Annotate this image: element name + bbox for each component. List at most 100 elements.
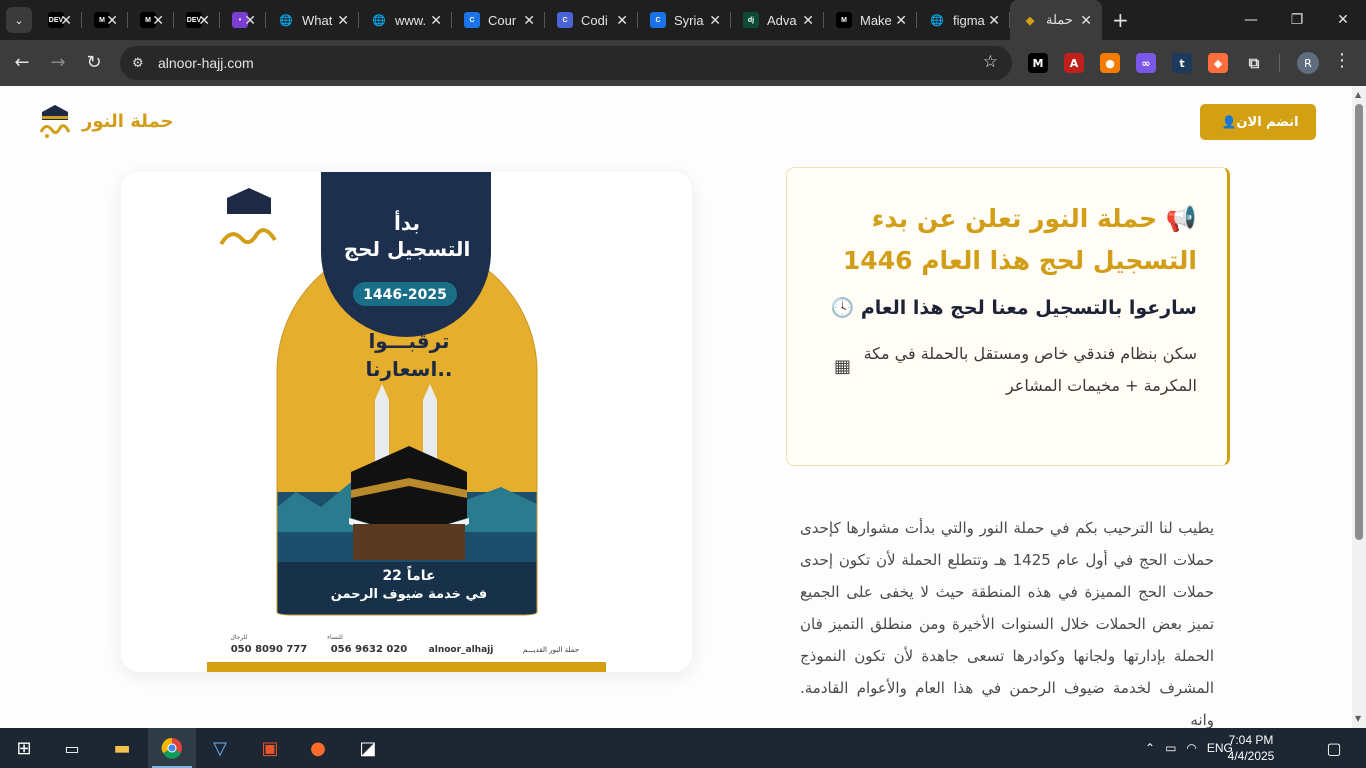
browser-toolbar: ← → ↻ ⚙ alnoor-hajj.com ☆ M A ● ∞ t ◆ ⧉ R ⋮ bbox=[0, 40, 1366, 86]
browser-tab[interactable]: dj Adva ✕ bbox=[731, 0, 824, 40]
address-bar[interactable]: ⚙ alnoor-hajj.com ☆ bbox=[120, 46, 1012, 80]
tab-title: Cour bbox=[488, 12, 517, 28]
browser-tab[interactable]: DEV ✕ bbox=[36, 0, 82, 40]
tab-favicon-icon: dj bbox=[743, 12, 759, 28]
tab-favicon-icon: C bbox=[650, 12, 666, 28]
tab-close-icon[interactable]: ✕ bbox=[198, 12, 210, 29]
tab-title: حملة bbox=[1046, 12, 1073, 27]
browser-tab[interactable]: 🌐 What ✕ bbox=[266, 0, 359, 40]
file-explorer-icon[interactable]: ▬ bbox=[98, 728, 146, 768]
web-page: حملة النور انضم الان 👤 بدأ التسجيل لحج 1… bbox=[0, 86, 1366, 728]
chrome-icon bbox=[161, 737, 182, 759]
tab-close-icon[interactable]: ✕ bbox=[152, 12, 164, 29]
url-text[interactable]: alnoor-hajj.com bbox=[158, 55, 254, 71]
browser-tab[interactable]: M ✕ bbox=[128, 0, 174, 40]
tab-close-icon[interactable]: ✕ bbox=[988, 12, 1000, 29]
browser-tab[interactable]: C Cour ✕ bbox=[452, 0, 545, 40]
close-window-button[interactable]: ✕ bbox=[1320, 0, 1366, 40]
taskbar-clock[interactable]: 7:04 PM 4/4/2025 bbox=[1222, 732, 1280, 764]
bookmark-star-icon[interactable]: ☆ bbox=[983, 52, 998, 72]
tab-strip: ⌄ DEV ✕ M ✕ M ✕ DEV ✕ • ✕ 🌐 What ✕ 🌐 www. ✕ C Cour ✕ C Codi ✕… bbox=[0, 0, 1366, 40]
system-tray: ⌃ ▭ ◠ ENG bbox=[1145, 728, 1233, 768]
back-button[interactable]: ← bbox=[10, 52, 34, 73]
browser-tab[interactable]: M Make ✕ bbox=[824, 0, 917, 40]
scroll-up-arrow-icon[interactable]: ▲ bbox=[1355, 90, 1361, 99]
chrome-taskbar-icon[interactable] bbox=[148, 728, 196, 768]
tab-close-icon[interactable]: ✕ bbox=[337, 12, 349, 29]
clock-icon: 🕓 bbox=[830, 297, 855, 319]
building-icon: ▦ bbox=[833, 356, 851, 377]
task-view-icon[interactable]: ▭ bbox=[48, 728, 96, 768]
tab-title: Adva bbox=[767, 12, 797, 28]
poster-teaser-line2: اسعارنا.. bbox=[365, 357, 452, 381]
extension-icon[interactable]: ∞ bbox=[1136, 53, 1156, 73]
tab-close-icon[interactable]: ✕ bbox=[106, 12, 118, 29]
windows-taskbar: ⊞ ▭ ▬ ▽ ▣ ● ◪ ⌃ ▭ ◠ ENG 7:04 PM 4/4/2025… bbox=[0, 728, 1366, 768]
page-scrollbar[interactable]: ▲ ▼ bbox=[1352, 86, 1366, 728]
notifications-icon[interactable]: ▢ bbox=[1310, 728, 1358, 768]
tab-search-button[interactable]: ⌄ bbox=[6, 7, 32, 33]
browser-tab[interactable]: C Codi ✕ bbox=[545, 0, 638, 40]
tab-close-icon[interactable]: ✕ bbox=[430, 12, 442, 29]
tab-close-icon[interactable]: ✕ bbox=[709, 12, 721, 29]
poster-snapchat: حملة النور القديـــم bbox=[523, 646, 579, 654]
postman-icon[interactable]: ● bbox=[294, 728, 342, 768]
poster-service-text: في خدمة ضيوف الرحمن bbox=[331, 587, 487, 602]
tab-close-icon[interactable]: ✕ bbox=[802, 12, 814, 29]
scroll-thumb[interactable] bbox=[1355, 104, 1363, 540]
tab-close-icon[interactable]: ✕ bbox=[244, 12, 256, 29]
browser-tab[interactable]: DEV ✕ bbox=[174, 0, 220, 40]
browser-tab[interactable]: C Syria ✕ bbox=[638, 0, 731, 40]
forward-button[interactable]: → bbox=[46, 52, 70, 73]
new-tab-button[interactable]: + bbox=[1112, 8, 1132, 32]
toolbar-divider bbox=[1279, 54, 1280, 72]
poster-instagram: alnoor_alhajj bbox=[429, 645, 494, 655]
extension-icon[interactable]: M bbox=[1028, 53, 1048, 73]
tab-close-icon[interactable]: ✕ bbox=[60, 12, 72, 29]
browser-tab[interactable]: ◆ حملة ✕ bbox=[1010, 0, 1102, 40]
poster-men-label: للرجال bbox=[230, 634, 247, 641]
tab-title: Syria bbox=[674, 12, 704, 28]
office-app-icon[interactable]: ▣ bbox=[246, 728, 294, 768]
extensions-puzzle-icon[interactable]: ⧉ bbox=[1244, 53, 1264, 73]
browser-tab[interactable]: • ✕ bbox=[220, 0, 266, 40]
wifi-icon[interactable]: ◠ bbox=[1186, 741, 1196, 755]
battery-icon[interactable]: ▭ bbox=[1165, 741, 1176, 755]
minaret-right-icon bbox=[423, 400, 437, 462]
start-windows-icon[interactable]: ⊞ bbox=[0, 728, 48, 768]
announcement-feature: سكن بنظام فندقي خاص ومستقل بالحملة في مك… bbox=[817, 338, 1197, 402]
tab-favicon-icon: M bbox=[836, 12, 852, 28]
site-info-icon[interactable]: ⚙ bbox=[132, 56, 148, 71]
tab-close-icon[interactable]: ✕ bbox=[1080, 12, 1092, 29]
reload-button[interactable]: ↻ bbox=[82, 52, 106, 73]
extension-icon[interactable]: A bbox=[1064, 53, 1084, 73]
profile-avatar[interactable]: R bbox=[1297, 52, 1319, 74]
browser-menu-icon[interactable]: ⋮ bbox=[1333, 50, 1351, 71]
announcement-feature-text: سكن بنظام فندقي خاص ومستقل بالحملة في مك… bbox=[863, 344, 1197, 395]
tab-title: figma bbox=[953, 12, 985, 28]
vpn-app-icon[interactable]: ▽ bbox=[196, 728, 244, 768]
tab-close-icon[interactable]: ✕ bbox=[616, 12, 628, 29]
browser-tab[interactable]: 🌐 figma ✕ bbox=[917, 0, 1010, 40]
extension-icon[interactable]: ● bbox=[1100, 53, 1120, 73]
tab-favicon-icon: 🌐 bbox=[279, 14, 293, 27]
poster-header-line2: التسجيل لحج bbox=[344, 237, 471, 261]
extension-icon[interactable]: ◆ bbox=[1208, 53, 1228, 73]
clock-time: 7:04 PM bbox=[1228, 733, 1274, 747]
hajj-poster: بدأ التسجيل لحج 1446-2025 ترقبـــوا اسعا… bbox=[121, 172, 692, 672]
extension-icon[interactable]: t bbox=[1172, 53, 1192, 73]
minimize-button[interactable]: — bbox=[1228, 0, 1274, 40]
tab-close-icon[interactable]: ✕ bbox=[895, 12, 907, 29]
tabs: DEV ✕ M ✕ M ✕ DEV ✕ • ✕ 🌐 What ✕ 🌐 www. ✕ C Cour ✕ C Codi ✕ C S… bbox=[36, 0, 1102, 40]
tab-close-icon[interactable]: ✕ bbox=[523, 12, 535, 29]
browser-tab[interactable]: M ✕ bbox=[82, 0, 128, 40]
scroll-down-arrow-icon[interactable]: ▼ bbox=[1355, 714, 1361, 723]
site-brand[interactable]: حملة النور bbox=[38, 102, 174, 140]
restore-button[interactable]: ❐ bbox=[1274, 0, 1320, 40]
terminal-app-icon[interactable]: ◪ bbox=[344, 728, 392, 768]
poster-bottom-band bbox=[207, 662, 606, 672]
show-hidden-icons-icon[interactable]: ⌃ bbox=[1145, 741, 1155, 755]
join-now-button[interactable]: انضم الان 👤 bbox=[1200, 104, 1316, 140]
brand-name: حملة النور bbox=[82, 110, 174, 132]
browser-tab[interactable]: 🌐 www. ✕ bbox=[359, 0, 452, 40]
